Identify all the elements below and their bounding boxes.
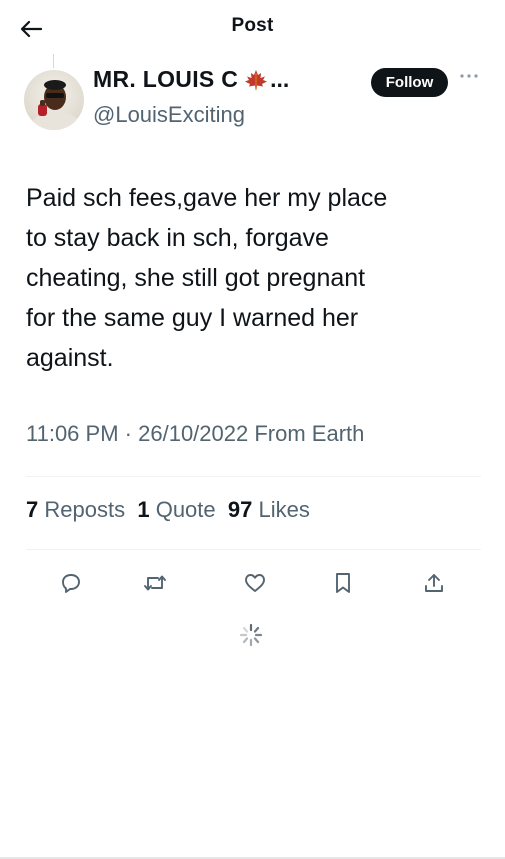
likes-label: Likes: [258, 497, 310, 522]
share-icon: [425, 574, 443, 592]
like-button[interactable]: [240, 568, 270, 598]
page-title: Post: [231, 15, 274, 36]
repost-icon: [144, 575, 166, 591]
quotes-count: 1: [137, 497, 150, 522]
more-options-button[interactable]: [456, 66, 482, 86]
divider: [26, 549, 481, 550]
post-time[interactable]: 11:06 PM: [26, 421, 119, 446]
reposts-count: 7: [26, 497, 39, 522]
reposts-label: Reposts: [44, 497, 126, 522]
loading-spinner-icon: [238, 622, 264, 648]
quotes-label: Quote: [155, 497, 216, 522]
bookmark-icon: [336, 573, 350, 593]
name-truncation: ...: [270, 66, 290, 92]
post-text-line: Paid sch fees,gave her my place: [26, 184, 388, 212]
post-source: From Earth: [254, 421, 365, 446]
share-button[interactable]: [419, 568, 449, 598]
likes-stat[interactable]: 97 Likes: [228, 497, 310, 522]
top-bar: Post: [0, 0, 505, 56]
post-text-line: to stay back in sch, forgave: [26, 224, 329, 252]
author-name-row[interactable]: MR. LOUIS C ...: [93, 66, 289, 93]
like-icon: [245, 574, 265, 592]
post-date[interactable]: 26/10/2022: [138, 421, 248, 446]
reply-button[interactable]: [56, 568, 86, 598]
post-text-line: cheating, she still got pregnant: [26, 264, 366, 292]
avatar[interactable]: [24, 70, 84, 130]
post-meta: 11:06 PM · 26/10/2022 From Earth: [26, 421, 364, 447]
post-stats: 7 Reposts 1 Quote 97 Likes: [26, 497, 310, 523]
follow-button[interactable]: Follow: [371, 68, 448, 97]
divider: [26, 476, 481, 477]
avatar-image: [24, 70, 84, 130]
more-horizontal-icon: [460, 74, 478, 78]
reposts-stat[interactable]: 7 Reposts: [26, 497, 125, 522]
likes-count: 97: [227, 497, 253, 522]
action-bar: [0, 568, 505, 598]
meta-separator: ·: [124, 421, 132, 446]
thread-tick: [53, 54, 54, 68]
repost-button[interactable]: [140, 568, 170, 598]
post-text-line: for the same guy I warned her: [26, 304, 359, 332]
reply-icon: [62, 574, 80, 593]
post-text: Paid sch fees,gave her my place to stay …: [26, 178, 481, 378]
maple-leaf-icon: [244, 69, 268, 91]
bookmark-button[interactable]: [328, 568, 358, 598]
post-text-line: against.: [26, 344, 114, 372]
author-handle[interactable]: @LouisExciting: [93, 102, 245, 128]
quotes-stat[interactable]: 1 Quote: [137, 497, 215, 522]
author-display-name[interactable]: MR. LOUIS C: [93, 66, 238, 93]
